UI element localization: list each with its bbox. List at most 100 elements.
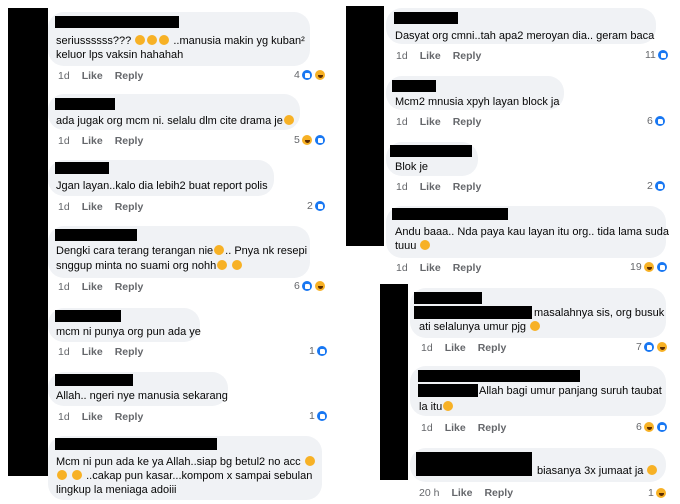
reaction-summary[interactable]: 6	[647, 114, 666, 128]
haha-reaction-icon	[300, 134, 313, 146]
emoji-icon	[283, 115, 294, 125]
comment-text: Mcm2 mnusia xpyh layan block ja	[395, 96, 560, 108]
reply-link[interactable]: Reply	[115, 135, 144, 147]
comment-actions: 1d Like Reply	[396, 262, 482, 274]
like-link[interactable]: Like	[82, 346, 103, 358]
comment-actions: 1d Like Reply	[58, 135, 144, 147]
comment-text: Blok je	[395, 161, 429, 173]
reaction-summary[interactable]: 4	[294, 68, 326, 82]
reply-link[interactable]: Reply	[115, 70, 144, 82]
reply-link[interactable]: Reply	[484, 487, 513, 499]
like-reaction-icon	[300, 280, 313, 292]
like-reaction-icon	[655, 421, 668, 433]
reply-link[interactable]: Reply	[115, 201, 144, 213]
comment-text: Allah bagi umur panjang suruh taubat	[479, 385, 662, 397]
reaction-summary[interactable]: 19	[630, 260, 668, 274]
like-reaction-icon	[653, 115, 666, 127]
reaction-summary[interactable]: 6	[636, 420, 668, 434]
redacted-name	[55, 229, 137, 241]
emoji-icon	[72, 470, 83, 480]
reply-link[interactable]: Reply	[115, 346, 144, 358]
redacted-name	[55, 374, 133, 386]
emoji-icon	[135, 35, 146, 45]
reaction-summary[interactable]: 2	[307, 199, 326, 213]
comment-text: snggup minta no suami org nohh	[56, 259, 243, 273]
haha-reaction-icon	[642, 261, 655, 273]
reaction-summary[interactable]: 5	[294, 133, 326, 147]
redaction-bar-right-top	[346, 6, 384, 246]
emoji-icon	[214, 245, 225, 255]
comment-text: ..cakap pun kasar...kompom x sampai sebu…	[56, 469, 312, 483]
like-link[interactable]: Like	[82, 281, 103, 293]
comment-text: Dengki cara terang terangan nie.. Pnya n…	[56, 245, 308, 257]
redaction-bar-right-bottom	[380, 284, 408, 480]
redacted-text	[418, 384, 478, 397]
reply-link[interactable]: Reply	[115, 281, 144, 293]
comment-text: seriussssss??? ..manusia makin yg kuban²	[56, 35, 305, 47]
reaction-summary[interactable]: 6	[294, 279, 326, 293]
reaction-summary[interactable]: 11	[645, 48, 669, 62]
reaction-summary[interactable]: 7	[636, 340, 668, 354]
reply-link[interactable]: Reply	[478, 342, 507, 354]
like-link[interactable]: Like	[451, 487, 472, 499]
redacted-name	[414, 292, 482, 304]
redacted-name	[392, 208, 508, 220]
like-link[interactable]: Like	[82, 201, 103, 213]
redacted-text	[414, 306, 532, 319]
redacted-name	[394, 12, 458, 24]
reaction-summary[interactable]: 1	[648, 486, 667, 500]
like-reaction-icon	[642, 341, 655, 353]
like-reaction-icon	[313, 134, 326, 146]
comment-text: Allah.. ngeri nye manusia sekarang	[56, 390, 228, 402]
like-link[interactable]: Like	[82, 70, 103, 82]
redacted-name	[416, 452, 532, 476]
like-reaction-icon	[300, 69, 313, 81]
comment-text: Mcm ni pun ada ke ya Allah..siap bg betu…	[56, 455, 316, 469]
redacted-name	[55, 16, 179, 28]
reply-link[interactable]: Reply	[453, 262, 482, 274]
like-link[interactable]: Like	[445, 342, 466, 354]
emoji-icon	[217, 260, 228, 270]
reaction-summary[interactable]: 1	[309, 409, 328, 423]
like-reaction-icon	[315, 410, 328, 422]
redacted-name	[55, 162, 109, 174]
redacted-name	[390, 145, 472, 157]
haha-reaction-icon	[313, 280, 326, 292]
comment-actions: 1d Like Reply	[421, 342, 507, 354]
reply-link[interactable]: Reply	[115, 411, 144, 423]
like-link[interactable]: Like	[420, 262, 441, 274]
like-link[interactable]: Like	[420, 181, 441, 193]
redacted-name	[392, 80, 436, 92]
like-link[interactable]: Like	[82, 411, 103, 423]
like-reaction-icon	[315, 345, 328, 357]
emoji-icon	[57, 470, 67, 480]
reply-link[interactable]: Reply	[453, 181, 482, 193]
reply-link[interactable]: Reply	[453, 50, 482, 62]
comment-text: tuuu	[395, 239, 431, 253]
reply-link[interactable]: Reply	[453, 116, 482, 128]
comment-actions: 1d Like Reply	[396, 116, 482, 128]
comment-text: Jgan layan..kalo dia lebih2 buat report …	[56, 180, 268, 192]
emoji-icon	[147, 35, 158, 45]
like-reaction-icon	[655, 261, 668, 273]
like-reaction-icon	[653, 180, 666, 192]
reaction-summary[interactable]: 1	[309, 344, 328, 358]
like-link[interactable]: Like	[420, 116, 441, 128]
comment-text: lingkup la meniaga adoiii	[56, 484, 177, 496]
emoji-icon	[232, 260, 243, 270]
comment-actions: 20 h Like Reply	[419, 487, 514, 499]
like-link[interactable]: Like	[445, 422, 466, 434]
comment-text: mcm ni punya org pun ada ye	[56, 326, 201, 338]
emoji-icon	[420, 240, 431, 250]
redacted-name	[55, 438, 217, 450]
like-link[interactable]: Like	[420, 50, 441, 62]
reaction-summary[interactable]: 2	[647, 179, 666, 193]
like-reaction-icon	[656, 49, 669, 61]
reply-link[interactable]: Reply	[478, 422, 507, 434]
redacted-name	[55, 98, 115, 110]
comment-actions: 1d Like Reply	[58, 281, 144, 293]
comment-actions: 1d Like Reply	[58, 70, 144, 82]
redacted-name	[55, 310, 121, 322]
like-link[interactable]: Like	[82, 135, 103, 147]
haha-reaction-icon	[655, 341, 668, 353]
